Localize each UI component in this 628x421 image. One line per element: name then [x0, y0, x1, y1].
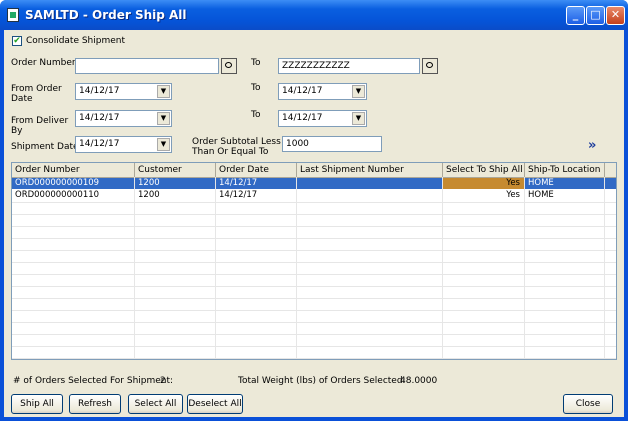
- subtotal-label-2: Than Or Equal To: [192, 147, 269, 157]
- order-date-label: From Order: [11, 84, 62, 94]
- grid-column-line: [524, 177, 525, 359]
- grid-column-line: [442, 177, 443, 359]
- col-customer-number[interactable]: Customer Number: [135, 163, 216, 189]
- row-location: HOME: [525, 178, 605, 189]
- order-to-label: To: [251, 58, 261, 68]
- shipment-date-dropdown[interactable]: 14/12/17 ▼: [75, 136, 172, 153]
- order-date-from-value: 14/12/17: [79, 86, 120, 96]
- grid-line: [12, 262, 616, 263]
- grid-line: [12, 202, 616, 203]
- order-date-label-2: Date: [11, 94, 33, 104]
- maximize-button[interactable]: □: [586, 6, 605, 25]
- refresh-button[interactable]: Refresh: [69, 394, 121, 414]
- grid-line: [12, 226, 616, 227]
- order-number-to-input[interactable]: ZZZZZZZZZZZ: [278, 58, 420, 74]
- deliver-from-value: 14/12/17: [79, 113, 120, 123]
- row-order-number: ORD000000000110: [12, 190, 135, 201]
- row-order-date: 14/12/17: [216, 178, 297, 189]
- ship-all-button[interactable]: Ship All: [11, 394, 63, 414]
- orders-selected-label: # of Orders Selected For Shipment:: [13, 376, 174, 386]
- orders-grid[interactable]: Order Number Customer Number Order Date …: [11, 162, 617, 360]
- col-order-date[interactable]: Order Date: [216, 163, 297, 177]
- close-window-button[interactable]: ✕: [606, 6, 625, 25]
- col-ship-to-location[interactable]: Ship-To Location: [525, 163, 605, 177]
- table-row[interactable]: ORD000000000109 1200 14/12/17 Yes HOME: [12, 178, 616, 189]
- row-select-cell[interactable]: Yes: [443, 178, 525, 189]
- grid-line: [12, 214, 616, 215]
- app-icon: [7, 8, 19, 22]
- row-order-number: ORD000000000109: [12, 178, 135, 189]
- deliver-from-dropdown[interactable]: 14/12/17 ▼: [75, 110, 172, 127]
- order-date-to-dropdown[interactable]: 14/12/17 ▼: [278, 83, 367, 100]
- orders-selected-value: 2: [160, 376, 166, 386]
- order-from-lookup-icon[interactable]: [221, 58, 237, 74]
- col-select-ship-all[interactable]: Select To Ship All: [443, 163, 525, 177]
- chevron-down-icon[interactable]: ▼: [352, 112, 365, 125]
- weight-value: 48.0000: [400, 376, 438, 386]
- row-select-cell[interactable]: Yes: [443, 190, 525, 201]
- minimize-button[interactable]: _: [566, 6, 585, 25]
- grid-header: Order Number Customer Number Order Date …: [12, 163, 616, 189]
- order-number-label: Order Number: [11, 58, 76, 68]
- order-date-from-dropdown[interactable]: 14/12/17 ▼: [75, 83, 172, 100]
- expand-chevron-icon[interactable]: »: [588, 138, 596, 153]
- order-date-to-label: To: [251, 83, 261, 93]
- order-to-lookup-icon[interactable]: [422, 58, 438, 74]
- order-number-from-input[interactable]: [75, 58, 219, 74]
- deliver-to-value: 14/12/17: [282, 113, 323, 123]
- consolidate-checkbox[interactable]: ✔: [12, 36, 22, 46]
- subtotal-input[interactable]: 1000: [282, 136, 382, 152]
- row-last-shipment: [297, 178, 443, 189]
- grid-line: [12, 238, 616, 239]
- close-button[interactable]: Close: [563, 394, 613, 414]
- grid-line: [12, 250, 616, 251]
- grid-line: [12, 274, 616, 275]
- deliver-to-dropdown[interactable]: 14/12/17 ▼: [278, 110, 367, 127]
- chevron-down-icon[interactable]: ▼: [157, 112, 170, 125]
- table-row[interactable]: ORD000000000110 1200 14/12/17 Yes HOME: [12, 190, 616, 201]
- shipment-date-value: 14/12/17: [79, 139, 120, 149]
- subtotal-label: Order Subtotal Less: [192, 137, 281, 147]
- row-location: HOME: [525, 190, 605, 201]
- select-all-button[interactable]: Select All: [128, 394, 183, 414]
- grid-line: [12, 286, 616, 287]
- col-last-shipment[interactable]: Last Shipment Number: [297, 163, 443, 177]
- deliver-by-label-2: By: [11, 126, 23, 136]
- deselect-all-button[interactable]: Deselect All: [187, 394, 243, 414]
- dialog-body: ✔ Consolidate Shipment Order Number To Z…: [4, 30, 624, 417]
- grid-line: [12, 322, 616, 323]
- window-title: SAMLTD - Order Ship All: [25, 8, 187, 22]
- chevron-down-icon[interactable]: ▼: [157, 85, 170, 98]
- grid-line: [12, 334, 616, 335]
- row-last-shipment: [297, 190, 443, 201]
- deliver-to-label: To: [251, 110, 261, 120]
- chevron-down-icon[interactable]: ▼: [157, 138, 170, 151]
- row-customer-number: 1200: [135, 178, 216, 189]
- grid-line: [12, 310, 616, 311]
- row-customer-number: 1200: [135, 190, 216, 201]
- consolidate-label: Consolidate Shipment: [26, 36, 126, 46]
- grid-column-line: [134, 177, 135, 359]
- grid-column-line: [296, 177, 297, 359]
- deliver-by-label: From Deliver: [11, 116, 69, 126]
- col-order-number[interactable]: Order Number: [12, 163, 135, 177]
- chevron-down-icon[interactable]: ▼: [352, 85, 365, 98]
- title-bar[interactable]: SAMLTD - Order Ship All _ □ ✕: [0, 0, 628, 30]
- weight-label: Total Weight (lbs) of Orders Selected:: [238, 376, 406, 386]
- grid-line: [12, 358, 616, 359]
- grid-column-line: [604, 177, 605, 359]
- grid-column-line: [215, 177, 216, 359]
- grid-line: [12, 346, 616, 347]
- order-ship-all-window: SAMLTD - Order Ship All _ □ ✕ ✔ Consolid…: [0, 0, 628, 421]
- shipment-date-label: Shipment Date: [11, 142, 79, 152]
- order-date-to-value: 14/12/17: [282, 86, 323, 96]
- grid-line: [12, 298, 616, 299]
- row-order-date: 14/12/17: [216, 190, 297, 201]
